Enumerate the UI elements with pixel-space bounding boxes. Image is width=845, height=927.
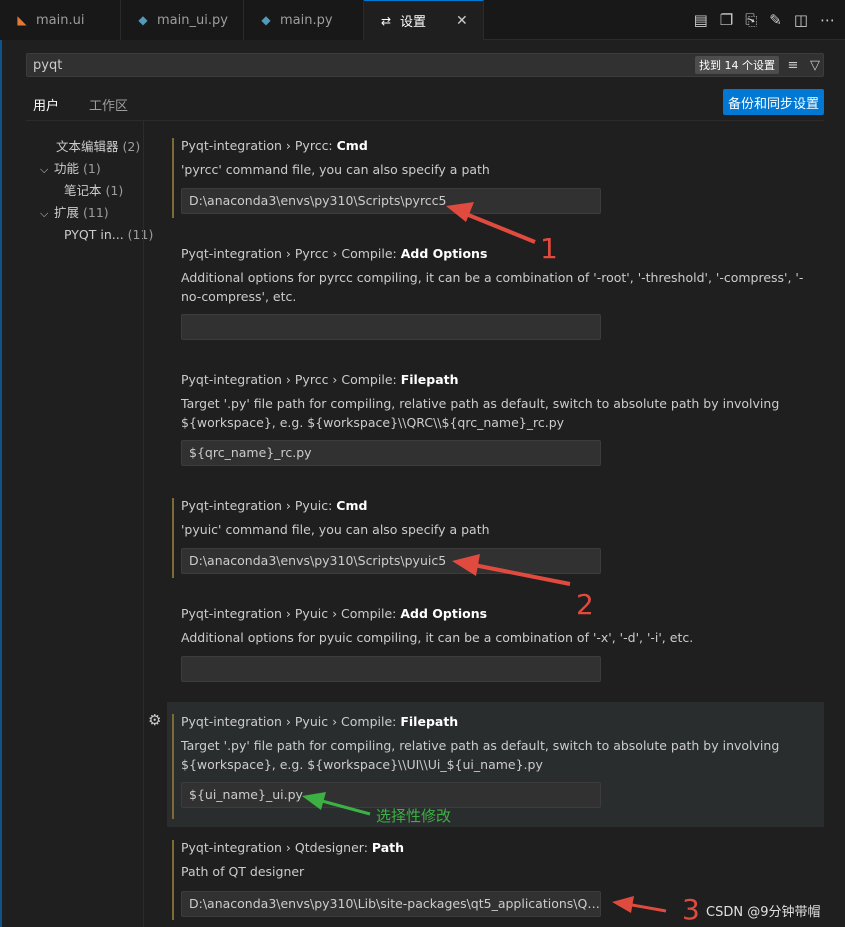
- annotation-number-2: 2: [576, 588, 594, 621]
- annotation-arrow-2: [452, 554, 571, 586]
- annotation-number-3: 3: [682, 893, 700, 926]
- annotation-arrow-1: [446, 202, 536, 244]
- annotation-number-1: 1: [540, 232, 558, 265]
- watermark: CSDN @9分钟带帽: [706, 905, 821, 920]
- annotation-arrow-green: [302, 792, 371, 816]
- annotation-arrow-3: [612, 896, 667, 913]
- annotation-arrows: [302, 202, 667, 913]
- annotation-note: 选择性修改: [376, 807, 452, 825]
